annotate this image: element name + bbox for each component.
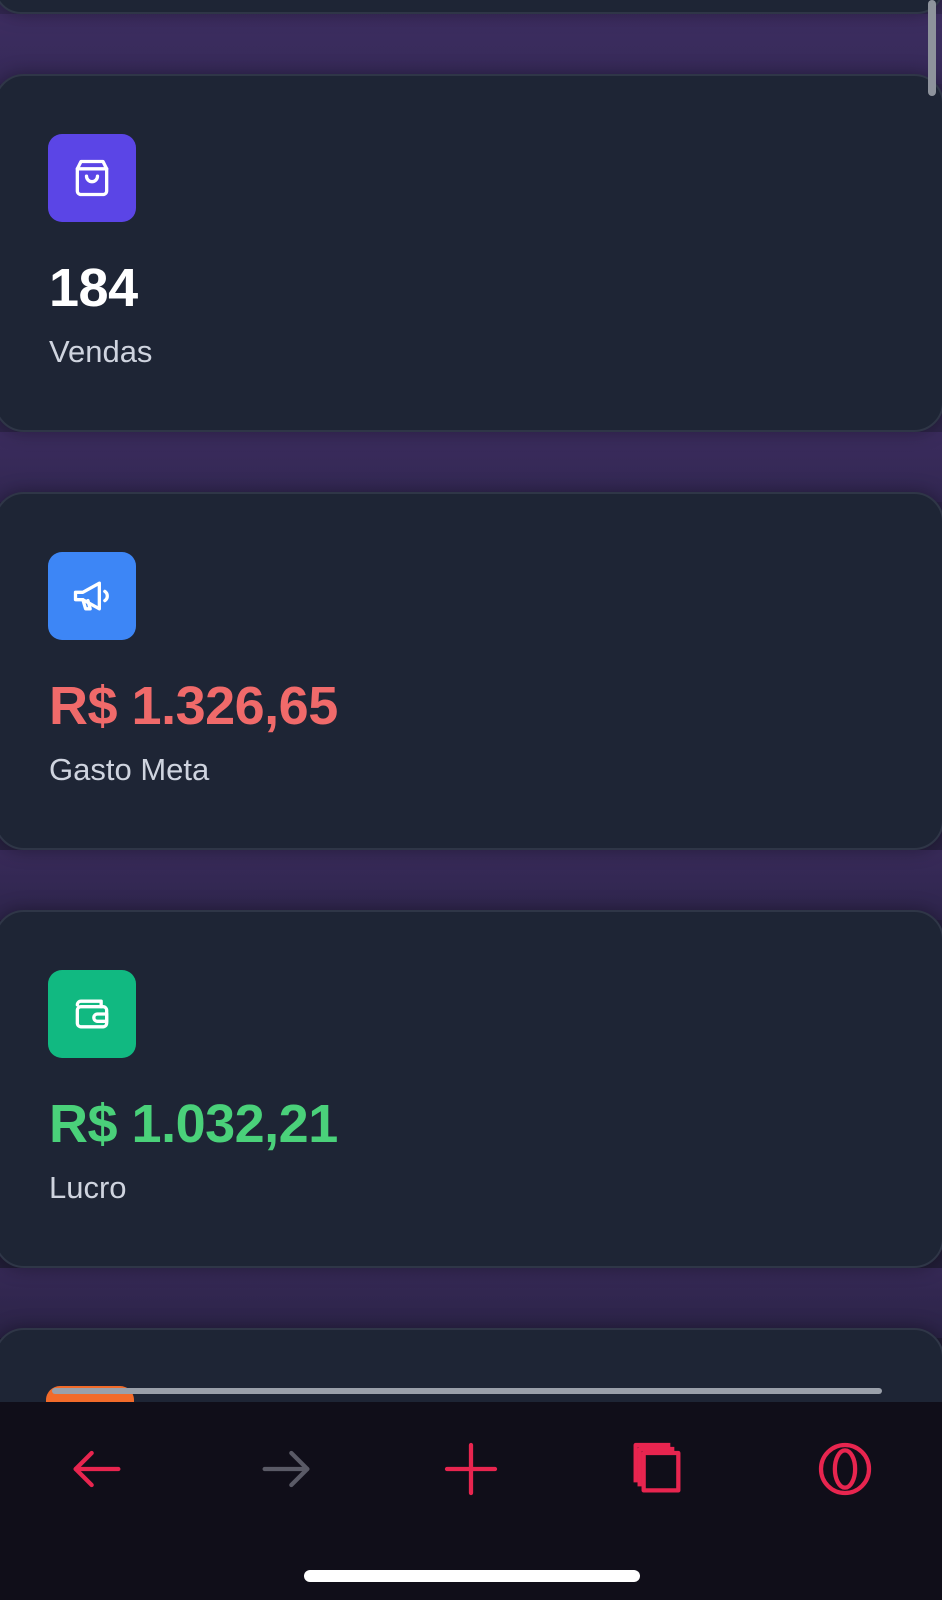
stat-value: 184 <box>49 258 138 318</box>
plus-icon <box>444 1442 498 1496</box>
stat-card-vendas: 184 Vendas <box>0 74 942 432</box>
wallet-icon <box>48 970 136 1058</box>
stat-card-previous <box>0 0 942 14</box>
new-tab-button[interactable] <box>426 1424 516 1514</box>
vertical-scrollbar[interactable] <box>928 0 936 96</box>
arrow-right-icon <box>262 1450 310 1488</box>
home-indicator[interactable] <box>304 1570 640 1582</box>
stat-value: R$ 1.032,21 <box>49 1094 338 1154</box>
browser-toolbar <box>0 1402 942 1600</box>
tabs-button[interactable] <box>612 1424 702 1514</box>
forward-button[interactable] <box>241 1424 331 1514</box>
megaphone-icon <box>48 552 136 640</box>
stat-label: Vendas <box>49 334 153 369</box>
page-viewport: 184 Vendas R$ 1.326,65 Gasto Meta R$ 1.0… <box>0 0 942 1402</box>
stat-value: R$ 1.326,65 <box>49 676 338 736</box>
stat-card-lucro: R$ 1.032,21 Lucro <box>0 910 942 1268</box>
opera-logo-icon <box>818 1442 872 1496</box>
tabs-icon <box>633 1442 681 1493</box>
stat-label: Lucro <box>49 1170 127 1205</box>
stat-label: Gasto Meta <box>49 752 210 787</box>
shopping-bag-icon <box>48 134 136 222</box>
arrow-left-icon <box>73 1450 121 1488</box>
opera-menu-button[interactable] <box>800 1424 890 1514</box>
stat-card-gasto-meta: R$ 1.326,65 Gasto Meta <box>0 492 942 850</box>
back-button[interactable] <box>52 1424 142 1514</box>
horizontal-scrollbar[interactable] <box>52 1388 882 1394</box>
